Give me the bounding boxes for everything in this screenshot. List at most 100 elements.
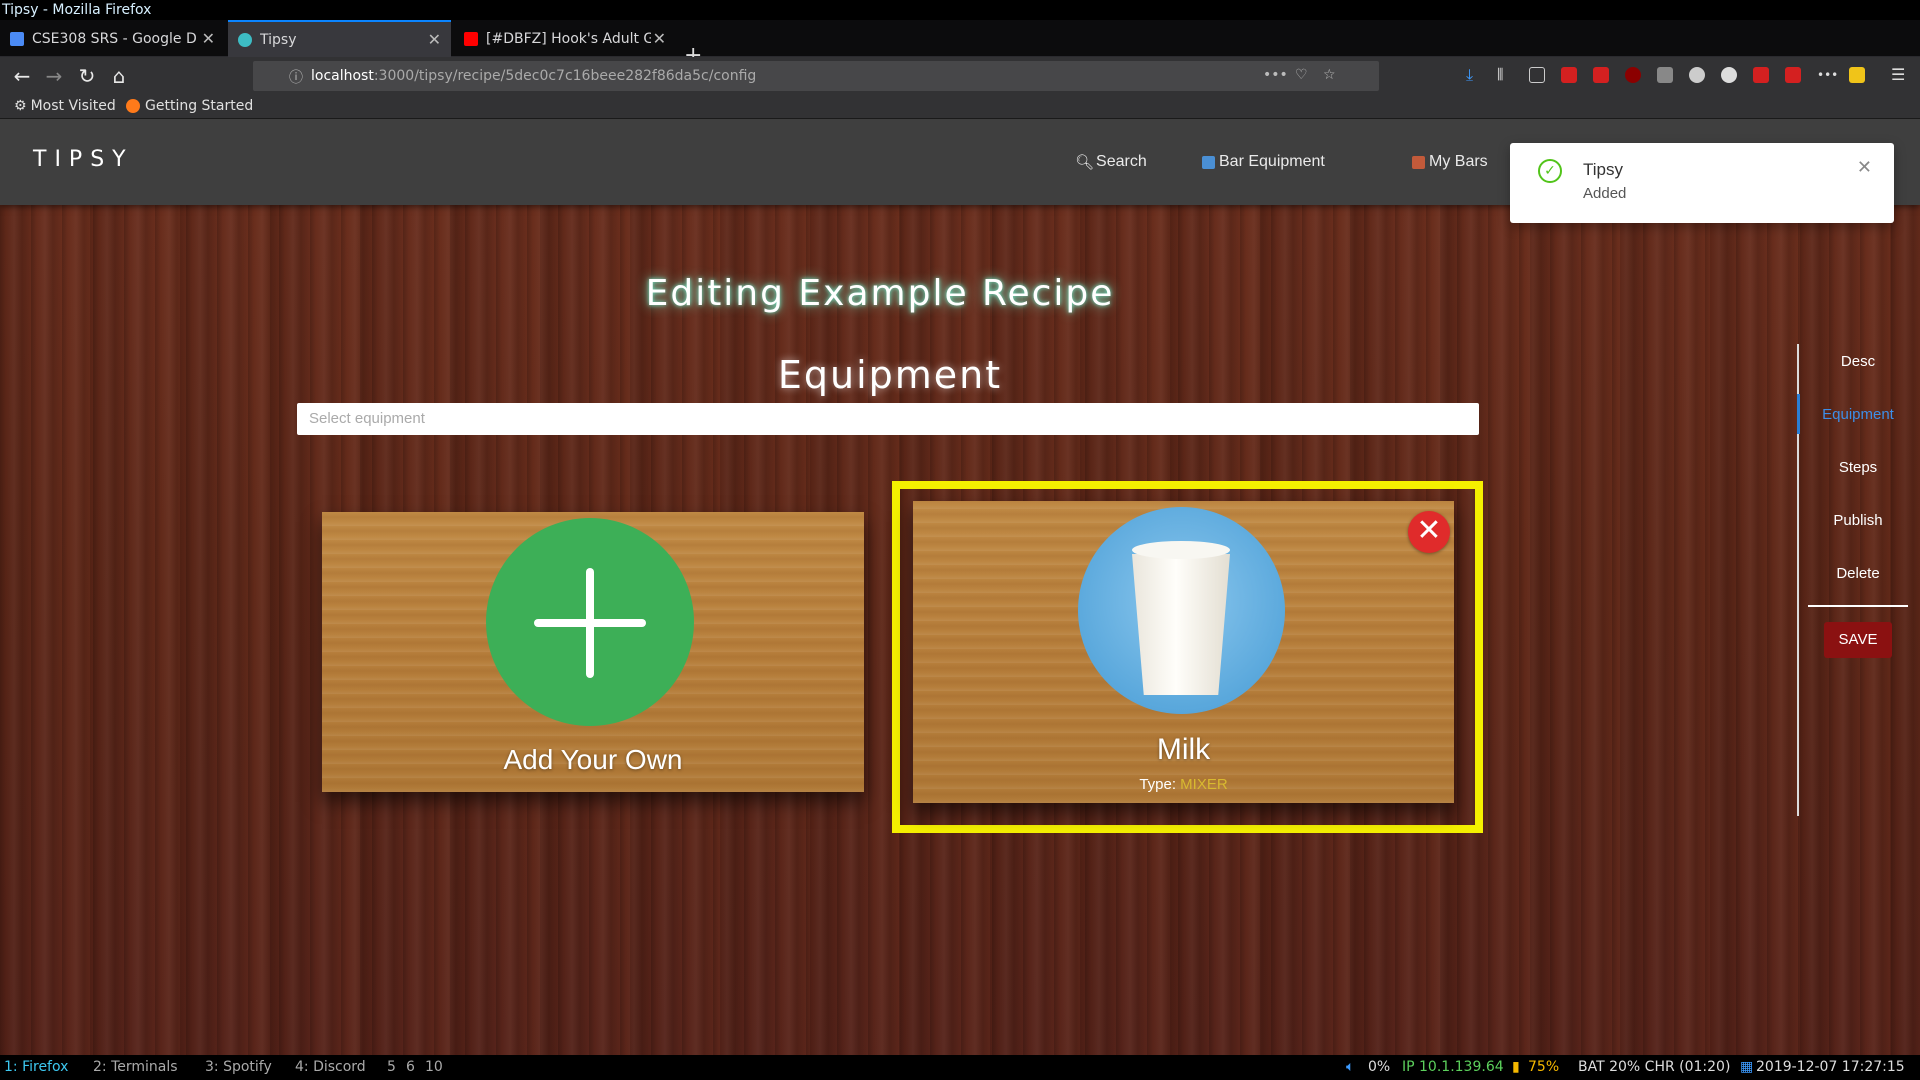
bookmark-most-visited[interactable]: ⚙ Most Visited <box>14 98 116 114</box>
calendar-icon: ▦ <box>1740 1059 1754 1075</box>
ip-address: IP 10.1.139.64 <box>1402 1059 1504 1075</box>
workspace-spotify[interactable]: 3: Spotify <box>205 1059 272 1075</box>
nav-my-bars[interactable]: My Bars <box>1412 153 1488 171</box>
extension-icon[interactable] <box>1785 67 1801 83</box>
wifi-icon: ▮ <box>1512 1059 1520 1075</box>
equipment-type: Type: MIXER <box>913 776 1454 793</box>
account-icon[interactable] <box>1721 67 1737 83</box>
step-delete[interactable]: Delete <box>1808 565 1908 582</box>
workspace-firefox[interactable]: 1: Firefox <box>4 1059 68 1075</box>
bookmarks-bar: ⚙ Most Visited Getting Started <box>0 95 1920 119</box>
workspace-6[interactable]: 6 <box>406 1059 415 1075</box>
google-docs-icon <box>10 31 24 46</box>
library-icon[interactable]: ⫼ <box>1497 67 1513 83</box>
workspace-discord[interactable]: 4: Discord <box>295 1059 366 1075</box>
close-icon[interactable]: ✕ <box>202 29 215 48</box>
tab-label: CSE308 SRS - Google Docs <box>32 30 197 47</box>
window-title: Tipsy - Mozilla Firefox <box>0 0 1920 20</box>
url-host: localhost <box>311 68 374 84</box>
youtube-icon[interactable] <box>1753 67 1769 83</box>
equipment-select[interactable]: Select equipment <box>297 403 1479 435</box>
workspace-5[interactable]: 5 <box>387 1059 396 1075</box>
plus-icon-horizontal <box>534 619 646 627</box>
workspace-10[interactable]: 10 <box>425 1059 443 1075</box>
url-text[interactable]: localhost:3000/tipsy/recipe/5dec0c7c16be… <box>311 61 756 91</box>
type-label: Type: <box>1139 776 1176 793</box>
close-icon[interactable]: ✕ <box>1857 157 1872 178</box>
tab-google-docs[interactable]: CSE308 SRS - Google Docs ✕ <box>0 20 225 57</box>
glass-rim <box>1132 541 1230 559</box>
wifi-value: 75% <box>1528 1059 1560 1075</box>
nav-equipment-label: Bar Equipment <box>1219 153 1325 170</box>
sidebar-icon[interactable] <box>1529 67 1545 83</box>
notification-toast: ✓ Tipsy Added ✕ <box>1510 143 1894 223</box>
glass-of-milk <box>1132 554 1230 695</box>
step-desc[interactable]: Desc <box>1808 353 1908 370</box>
close-icon[interactable]: ✕ <box>428 30 441 49</box>
step-publish[interactable]: Publish <box>1808 512 1908 529</box>
more-icon[interactable]: ••• <box>1263 67 1288 83</box>
tab-label: [#DBFZ] Hook's Adult Goh <box>486 30 651 47</box>
nav-bar-equipment[interactable]: Bar Equipment <box>1202 153 1325 171</box>
brand-logo[interactable]: TIPSY <box>33 147 134 172</box>
workspace-terminals[interactable]: 2: Terminals <box>93 1059 178 1075</box>
extension-icon[interactable] <box>1561 67 1577 83</box>
step-equipment[interactable]: Equipment <box>1808 406 1908 423</box>
tab-youtube[interactable]: [#DBFZ] Hook's Adult Goh ✕ <box>454 20 676 57</box>
volume-value: 0% <box>1368 1059 1391 1075</box>
step-steps[interactable]: Steps <box>1808 459 1908 476</box>
toast-title: Tipsy <box>1583 160 1623 179</box>
url-bar[interactable]: ⓘ localhost:3000/tipsy/recipe/5dec0c7c16… <box>253 61 1379 91</box>
react-icon <box>238 32 252 47</box>
forward-icon[interactable]: → <box>42 64 66 88</box>
nav-bar: ← → ↻ ⌂ ◈ ⓘ localhost:3000/tipsy/recipe/… <box>0 57 1920 95</box>
nav-bars-label: My Bars <box>1429 153 1488 170</box>
info-icon[interactable]: ⓘ <box>289 67 303 87</box>
equipment-card-milk[interactable]: ✕ Milk Type: MIXER <box>913 501 1454 803</box>
firefox-icon <box>126 99 140 113</box>
reload-icon[interactable]: ↻ <box>75 64 99 88</box>
back-icon[interactable]: ← <box>10 64 34 88</box>
overflow-icon[interactable]: ••• <box>1817 67 1838 83</box>
gear-icon: ⚙ <box>14 98 27 114</box>
close-icon[interactable]: ✕ <box>653 29 666 48</box>
save-button[interactable]: SAVE <box>1824 622 1892 658</box>
equipment-icon <box>1202 155 1215 169</box>
ublock-icon[interactable] <box>1625 67 1641 83</box>
check-circle-icon: ✓ <box>1538 159 1562 183</box>
bookmark-getting-started[interactable]: Getting Started <box>126 98 253 114</box>
download-icon[interactable]: ⤓ <box>1466 67 1482 83</box>
remove-button[interactable]: ✕ <box>1408 511 1450 553</box>
page-content: TIPSY 🔍︎ Search Bar Equipment My Bars ✓ … <box>0 119 1920 1055</box>
extension-icon[interactable] <box>1657 67 1673 83</box>
extension-icon[interactable] <box>1689 67 1705 83</box>
add-icon[interactable] <box>486 518 694 726</box>
youtube-icon <box>464 31 478 46</box>
tab-label: Tipsy <box>260 31 297 48</box>
volume-icon: 🔈︎ <box>1346 1059 1355 1075</box>
active-step-indicator <box>1797 394 1800 434</box>
url-path: :3000/tipsy/recipe/5dec0c7c16beee282f86d… <box>373 68 757 84</box>
pocket-icon[interactable]: ♡ <box>1295 67 1308 83</box>
search-icon: 🔍︎ <box>1075 154 1095 171</box>
home-icon[interactable]: ⌂ <box>107 64 131 88</box>
add-card-label: Add Your Own <box>503 744 683 775</box>
tab-tipsy[interactable]: Tipsy ✕ <box>228 20 451 57</box>
app-header: TIPSY 🔍︎ Search Bar Equipment My Bars ✓ … <box>0 119 1920 223</box>
add-your-own-card[interactable]: Add Your Own <box>322 512 864 792</box>
nav-search[interactable]: 🔍︎ Search <box>1075 153 1147 171</box>
tab-strip: CSE308 SRS - Google Docs ✕ Tipsy ✕ [#DBF… <box>0 20 1920 68</box>
star-icon[interactable]: ☆ <box>1323 67 1336 83</box>
equipment-name: Milk <box>1156 733 1211 766</box>
bookmark-label: Most Visited <box>30 98 116 114</box>
extension-icon[interactable] <box>1593 67 1609 83</box>
steps-divider <box>1808 605 1908 607</box>
type-value: MIXER <box>1180 776 1228 793</box>
nav-search-label: Search <box>1096 153 1147 170</box>
extension-icon[interactable] <box>1849 67 1865 83</box>
battery-status: BAT 20% CHR (01:20) <box>1578 1059 1731 1075</box>
section-title: Equipment <box>777 353 1003 397</box>
status-bar: 1: Firefox 2: Terminals 3: Spotify 4: Di… <box>0 1055 1920 1080</box>
milk-image <box>1078 507 1285 714</box>
menu-icon[interactable]: ☰ <box>1891 67 1907 83</box>
